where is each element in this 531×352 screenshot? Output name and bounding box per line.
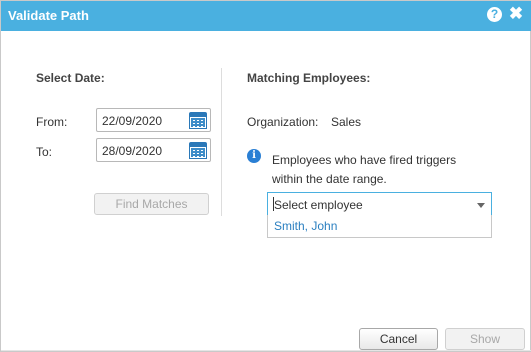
calendar-icon[interactable] [188, 110, 208, 130]
info-text: Employees who have fired triggers within… [272, 153, 457, 186]
panel-divider [221, 68, 222, 216]
info-icon: i [247, 149, 261, 163]
from-date-value: 22/09/2020 [102, 114, 163, 128]
calendar-icon[interactable] [188, 140, 208, 160]
bottom-rule [1, 350, 531, 351]
validate-path-dialog: Validate Path ? ✖ Select Date: From: 22/… [0, 0, 531, 352]
cancel-button[interactable]: Cancel [359, 328, 438, 350]
close-icon[interactable]: ✖ [507, 5, 525, 23]
dialog-titlebar: Validate Path ? ✖ [1, 1, 531, 31]
from-date-field[interactable]: 22/09/2020 [96, 108, 211, 132]
organization-value: Sales [331, 115, 362, 129]
organization-label: Organization: [247, 115, 319, 129]
to-label: To: [36, 145, 53, 159]
employee-select-placeholder: Select employee [274, 198, 363, 212]
matching-employees-heading: Matching Employees: [247, 71, 371, 85]
help-icon[interactable]: ? [487, 7, 502, 22]
chevron-down-icon[interactable] [477, 203, 485, 208]
dialog-title: Validate Path [8, 8, 89, 23]
find-matches-button[interactable]: Find Matches [94, 193, 209, 215]
from-label: From: [36, 115, 68, 129]
show-button[interactable]: Show [445, 328, 525, 350]
employee-option[interactable]: Smith, John [274, 219, 337, 233]
to-date-value: 28/09/2020 [102, 144, 163, 158]
employee-select[interactable]: Select employee [267, 192, 492, 216]
employee-dropdown-list: Smith, John [267, 215, 492, 238]
select-date-heading: Select Date: [36, 71, 105, 85]
to-date-field[interactable]: 28/09/2020 [96, 138, 211, 162]
